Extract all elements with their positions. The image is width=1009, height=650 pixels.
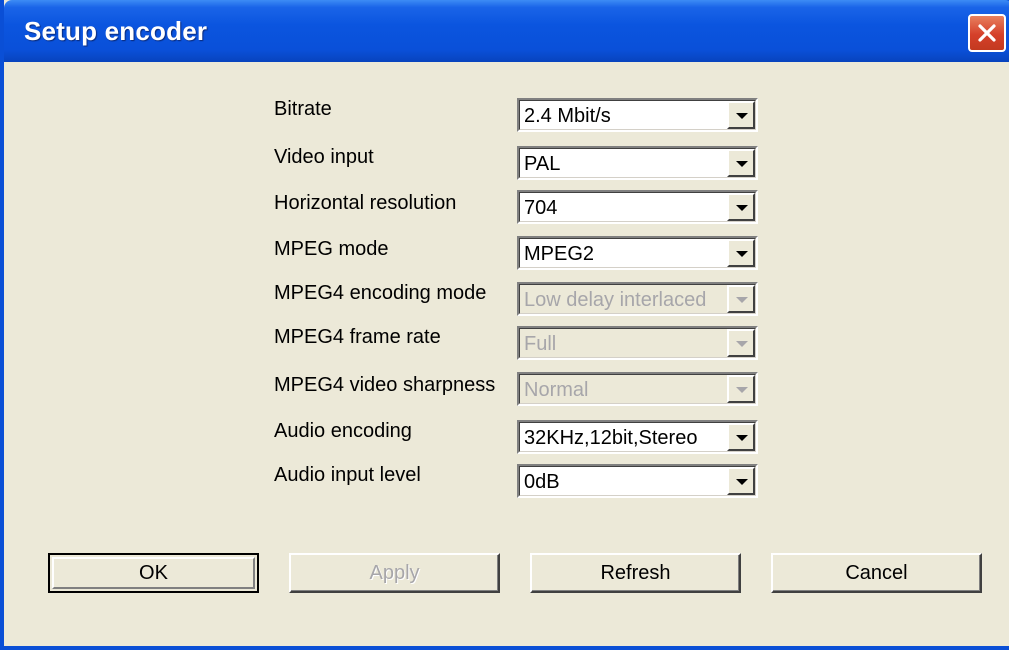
chevron-down-icon: [727, 285, 755, 313]
title-bar[interactable]: Setup encoder: [4, 0, 1009, 62]
chevron-down-icon[interactable]: [727, 101, 755, 129]
mpeg4-video-sharpness-select: Normal: [517, 372, 758, 406]
audio-input-level-select[interactable]: 0dB: [517, 464, 758, 498]
mpeg-mode-value: MPEG2: [524, 243, 595, 265]
video-input-select[interactable]: PAL: [517, 146, 758, 180]
bitrate-label: Bitrate: [274, 98, 332, 120]
audio-encoding-label: Audio encoding: [274, 420, 412, 442]
chevron-down-icon: [727, 375, 755, 403]
refresh-button[interactable]: Refresh: [530, 553, 741, 593]
chevron-down-icon[interactable]: [727, 149, 755, 177]
bitrate-value: 2.4 Mbit/s: [524, 105, 611, 127]
audio-encoding-select[interactable]: 32KHz,12bit,Stereo: [517, 420, 758, 454]
audio-input-level-label: Audio input level: [274, 464, 421, 486]
audio-input-level-value: 0dB: [524, 471, 560, 493]
chevron-down-icon[interactable]: [727, 467, 755, 495]
chevron-down-icon: [727, 329, 755, 357]
mpeg4-frame-rate-select: Full: [517, 326, 758, 360]
mpeg4-frame-rate-label: MPEG4 frame rate: [274, 326, 441, 348]
mpeg-mode-label: MPEG mode: [274, 238, 389, 260]
mpeg4-video-sharpness-value: Normal: [524, 379, 589, 401]
mpeg-mode-select[interactable]: MPEG2: [517, 236, 758, 270]
window-title: Setup encoder: [24, 16, 208, 46]
apply-label: Apply: [369, 562, 420, 584]
video-input-value: PAL: [524, 153, 561, 175]
ok-button[interactable]: OK: [48, 553, 259, 593]
horizontal-resolution-value: 704: [524, 197, 558, 219]
close-button[interactable]: [968, 14, 1006, 52]
mpeg4-encoding-mode-label: MPEG4 encoding mode: [274, 282, 487, 304]
mpeg4-encoding-mode-select: Low delay interlaced: [517, 282, 758, 316]
audio-encoding-value: 32KHz,12bit,Stereo: [524, 427, 698, 449]
chevron-down-icon[interactable]: [727, 193, 755, 221]
mpeg4-encoding-mode-value: Low delay interlaced: [524, 289, 707, 311]
cancel-label: Cancel: [845, 562, 908, 584]
setup-encoder-dialog: Setup encoder Bitrate 2.4 Mbit/s Video i…: [0, 0, 1009, 650]
cancel-button[interactable]: Cancel: [771, 553, 982, 593]
horizontal-resolution-label: Horizontal resolution: [274, 192, 457, 214]
mpeg4-video-sharpness-label: MPEG4 video sharpness: [274, 374, 496, 396]
chevron-down-icon[interactable]: [727, 239, 755, 267]
close-icon: [978, 24, 996, 42]
horizontal-resolution-select[interactable]: 704: [517, 190, 758, 224]
chevron-down-icon[interactable]: [727, 423, 755, 451]
apply-button: Apply: [289, 553, 500, 593]
mpeg4-frame-rate-value: Full: [524, 333, 557, 355]
dialog-body: Bitrate 2.4 Mbit/s Video input PAL Horiz…: [8, 62, 1009, 646]
refresh-label: Refresh: [600, 562, 671, 584]
video-input-label: Video input: [274, 146, 374, 168]
ok-label: OK: [139, 562, 168, 584]
bitrate-select[interactable]: 2.4 Mbit/s: [517, 98, 758, 132]
